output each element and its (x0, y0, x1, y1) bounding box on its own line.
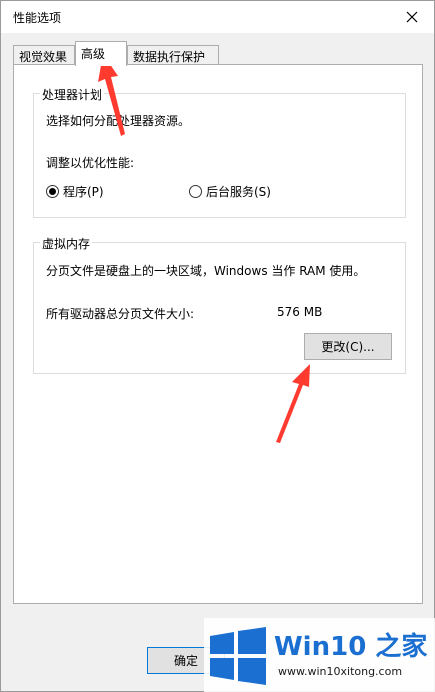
performance-options-dialog: 性能选项 视觉效果 高级 数据执行保护 处理器计划 选择如何分配处理器资源。 调… (0, 0, 435, 692)
total-paging-value: 576 MB (277, 305, 323, 319)
radio-programs[interactable]: 程序(P) (46, 183, 104, 200)
virtual-memory-description: 分页文件是硬盘上的一块区域，Windows 当作 RAM 使用。 (46, 264, 366, 278)
radio-programs-label: 程序(P) (63, 185, 104, 199)
tab-data-execution-prevention[interactable]: 数据执行保护 (127, 45, 219, 66)
watermark-brand: Win10 之家 (274, 632, 428, 662)
title-bar: 性能选项 (1, 1, 434, 33)
radio-background-services[interactable]: 后台服务(S) (189, 183, 271, 200)
arrow-annotation-change-button (276, 364, 310, 443)
close-button[interactable] (402, 7, 422, 27)
processor-scheduling-group: 处理器计划 选择如何分配处理器资源。 调整以优化性能: 程序(P) 后台服务(S… (33, 86, 406, 218)
close-icon (406, 11, 418, 23)
windows-logo-icon (210, 627, 266, 685)
radio-background-label: 后台服务(S) (206, 185, 271, 199)
virtual-memory-group-title: 虚拟内存 (40, 235, 93, 252)
tab-advanced[interactable]: 高级 (75, 41, 127, 66)
watermark-url: www.win10xitong.com (278, 665, 403, 678)
radio-programs-indicator (46, 185, 59, 198)
dialog-title: 性能选项 (13, 11, 62, 25)
watermark: Win10 之家 www.win10xitong.com (204, 618, 435, 692)
change-button[interactable]: 更改(C)... (304, 333, 392, 360)
virtual-memory-group: 虚拟内存 分页文件是硬盘上的一块区域，Windows 当作 RAM 使用。 所有… (33, 235, 406, 374)
total-paging-label: 所有驱动器总分页文件大小: (46, 307, 195, 321)
tab-visual-effects[interactable]: 视觉效果 (13, 45, 75, 66)
adjust-label: 调整以优化性能: (46, 156, 135, 170)
radio-background-indicator (189, 185, 202, 198)
advanced-tab-panel: 处理器计划 选择如何分配处理器资源。 调整以优化性能: 程序(P) 后台服务(S… (13, 64, 423, 604)
processor-group-title: 处理器计划 (40, 86, 105, 103)
